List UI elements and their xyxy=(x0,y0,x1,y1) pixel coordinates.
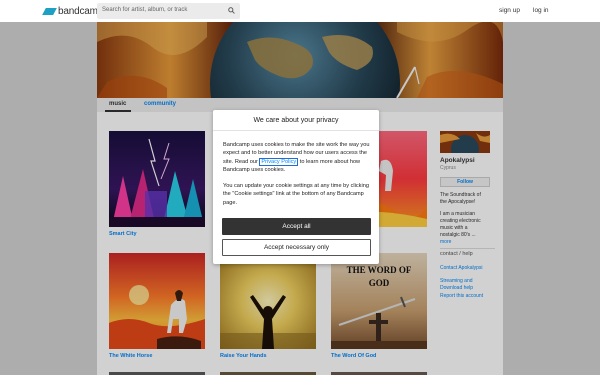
dialog-title: We care about your privacy xyxy=(213,110,379,131)
search-icon[interactable] xyxy=(228,7,235,14)
cookie-description: Bandcamp uses cookies to make the site w… xyxy=(223,141,373,175)
log-in-link[interactable]: log in xyxy=(533,7,549,14)
sign-up-link[interactable]: sign up xyxy=(499,7,520,14)
cookie-settings-info: You can update your cookie settings at a… xyxy=(223,183,369,206)
bandcamp-logo[interactable]: bandcamp xyxy=(42,5,103,17)
bandcamp-logo-icon xyxy=(42,7,57,15)
accept-necessary-button[interactable]: Accept necessary only xyxy=(222,239,371,256)
privacy-policy-link[interactable]: Privacy Policy xyxy=(259,157,299,166)
search-input[interactable]: Search for artist, album, or track xyxy=(97,3,240,19)
top-bar: bandcamp Search for artist, album, or tr… xyxy=(0,0,600,22)
accept-all-button[interactable]: Accept all xyxy=(222,218,371,235)
search-placeholder: Search for artist, album, or track xyxy=(102,7,188,13)
cookie-consent-dialog: We care about your privacy Bandcamp uses… xyxy=(213,110,379,264)
